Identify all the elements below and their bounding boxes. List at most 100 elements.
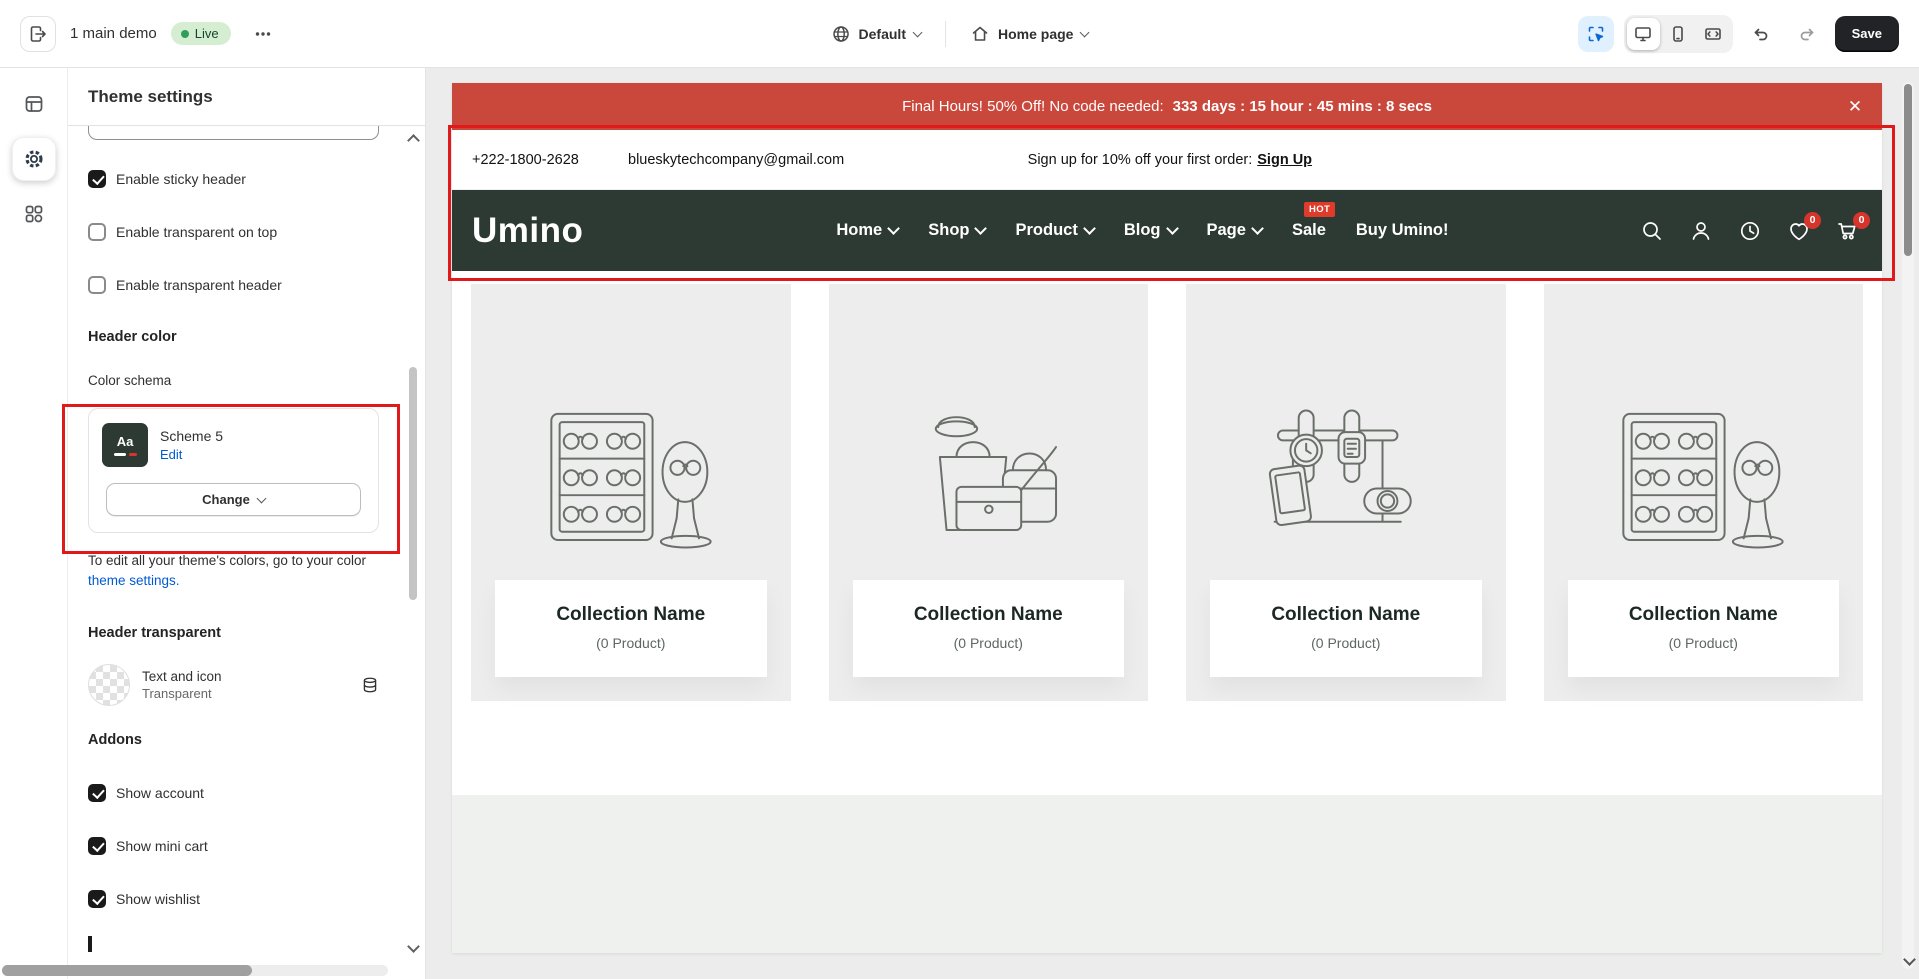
collection-name: Collection Name: [913, 604, 1063, 625]
exit-editor-button[interactable]: [20, 15, 56, 52]
checkbox-enable-transparent-header[interactable]: Enable transparent header: [88, 276, 379, 294]
collection-info[interactable]: Collection Name (0 Product): [852, 580, 1124, 677]
language-selector[interactable]: Default: [825, 23, 927, 45]
horizontal-scrollbar[interactable]: [2, 965, 388, 976]
preview-scrollbar-thumb[interactable]: [1904, 84, 1912, 256]
recently-viewed-icon[interactable]: [1738, 219, 1762, 243]
checkbox[interactable]: [88, 890, 106, 908]
collection-illustration-bags: [888, 384, 1088, 579]
gear-icon: [23, 148, 45, 170]
redo-icon: [1797, 24, 1817, 44]
cart-icon[interactable]: 0: [1836, 211, 1870, 243]
collection-count: (0 Product): [1311, 635, 1381, 651]
collection-card[interactable]: Collection Name (0 Product): [1186, 284, 1506, 701]
panel-body: Enable sticky header Enable transparent …: [68, 126, 425, 979]
mobile-preview-button[interactable]: [1662, 18, 1695, 50]
collection-card[interactable]: Collection Name (0 Product): [828, 284, 1148, 701]
panel-scrollbar-thumb[interactable]: [409, 367, 417, 600]
collection-count: (0 Product): [596, 635, 666, 651]
checkbox[interactable]: [88, 223, 106, 241]
nav-item-shop[interactable]: Shop: [928, 221, 988, 240]
checkbox-enable-sticky-header[interactable]: Enable sticky header: [88, 170, 379, 188]
preview-canvas: Final Hours! 50% Off! No code needed: 33…: [426, 68, 1919, 979]
nav-item-page[interactable]: Page: [1207, 221, 1264, 240]
checkbox[interactable]: [88, 837, 106, 855]
collection-name: Collection Name: [1271, 604, 1421, 625]
collection-info[interactable]: Collection Name (0 Product): [1210, 580, 1482, 677]
checkbox[interactable]: [88, 784, 106, 802]
scroll-up-arrow[interactable]: [407, 134, 420, 147]
signup-link[interactable]: Sign Up: [1257, 152, 1312, 168]
collection-card[interactable]: Collection Name (0 Product): [1543, 284, 1863, 701]
transparent-swatch[interactable]: [88, 664, 130, 706]
page-selector[interactable]: Home page: [964, 23, 1094, 45]
scheme-row: Aa Scheme 5 Edit: [102, 423, 365, 467]
transparent-row-value: Transparent: [142, 686, 212, 701]
connected-setting-icon[interactable]: [361, 676, 379, 694]
nav-item-blog[interactable]: Blog: [1124, 221, 1179, 240]
checkbox[interactable]: [88, 276, 106, 294]
next-section-placeholder: [452, 795, 1882, 953]
collection-count: (0 Product): [1668, 635, 1738, 651]
account-icon[interactable]: [1689, 219, 1713, 243]
rail-app-embeds-button[interactable]: [12, 192, 56, 236]
scheme-swatch[interactable]: Aa: [102, 423, 148, 467]
live-badge: Live: [170, 22, 231, 45]
save-button[interactable]: Save: [1834, 15, 1899, 52]
scroll-down-arrow[interactable]: [1902, 953, 1916, 966]
collection-name: Collection Name: [1628, 604, 1778, 625]
rail-theme-settings-button[interactable]: [11, 137, 56, 181]
chevron-down-icon: [912, 27, 923, 38]
collection-list-section: Collection Name (0 Product) Collection N…: [452, 271, 1882, 795]
nav-item-home[interactable]: Home: [836, 221, 901, 240]
collection-illustration-glasses: [1603, 384, 1803, 579]
phone-link[interactable]: +222-1800-2628: [472, 152, 579, 168]
scheme-change-button[interactable]: Change: [105, 483, 362, 516]
close-icon[interactable]: [1842, 94, 1868, 120]
checkbox-enable-transparent-on-top[interactable]: Enable transparent on top: [88, 223, 379, 241]
countdown-timer: 333 days : 15 hour : 45 mins : 8 secs: [1172, 98, 1432, 115]
email-link[interactable]: blueskytechcompany@gmail.com: [628, 152, 844, 168]
wishlist-icon[interactable]: 0: [1787, 211, 1821, 243]
store-logo[interactable]: Umino: [472, 211, 583, 251]
collection-card[interactable]: Collection Name (0 Product): [471, 284, 791, 701]
checkbox-show-wishlist[interactable]: Show wishlist: [88, 890, 379, 908]
inspector-button[interactable]: [1577, 15, 1614, 52]
checkbox-show-account[interactable]: Show account: [88, 784, 379, 802]
collection-info[interactable]: Collection Name (0 Product): [1567, 580, 1839, 677]
checkbox-show-mini-cart[interactable]: Show mini cart: [88, 837, 379, 855]
header-color-heading: Header color: [88, 329, 177, 345]
live-dot-icon: [180, 29, 189, 38]
collection-info[interactable]: Collection Name (0 Product): [495, 580, 767, 677]
partially-visible-checkbox[interactable]: [88, 936, 379, 952]
scheme-edit-link[interactable]: Edit: [160, 447, 223, 462]
swatch-color-bars: [113, 453, 137, 456]
search-icon[interactable]: [1640, 219, 1664, 243]
desktop-preview-button[interactable]: [1626, 17, 1660, 50]
topbar-center: Default Home page: [825, 0, 1095, 68]
nav-item-sale[interactable]: HOT Sale: [1292, 202, 1336, 240]
checkbox[interactable]: [88, 170, 106, 188]
nav-item-buy-umino[interactable]: Buy Umino!: [1356, 221, 1449, 240]
more-options-button[interactable]: [245, 16, 281, 52]
theme-settings-link[interactable]: theme settings.: [88, 573, 180, 588]
ellipsis-icon: [253, 24, 273, 44]
nav-item-product[interactable]: Product: [1015, 221, 1096, 240]
transparent-color-row: Text and icon Transparent: [88, 664, 379, 706]
fullscreen-preview-button[interactable]: [1697, 18, 1730, 50]
hot-badge: HOT: [1303, 202, 1336, 217]
signup-offer: Sign up for 10% off your first order: Sig…: [1027, 151, 1313, 168]
undo-button[interactable]: [1743, 16, 1779, 52]
rail-sections-button[interactable]: [12, 82, 56, 126]
scroll-down-arrow[interactable]: [407, 940, 420, 953]
chevron-down-icon: [1251, 222, 1264, 235]
store-header: Umino Home Shop Product Blog Page HOT Sal…: [452, 190, 1882, 271]
preview-scrollbar[interactable]: [1902, 82, 1916, 969]
scrolled-select-partial[interactable]: [88, 126, 379, 140]
mobile-icon: [1668, 24, 1688, 44]
redo-button[interactable]: [1789, 16, 1825, 52]
horizontal-scrollbar-thumb[interactable]: [2, 965, 252, 976]
topbar-left: 1 main demo Live: [20, 15, 281, 52]
panel-scrollbar[interactable]: [407, 134, 420, 953]
chevron-down-icon: [1080, 27, 1090, 38]
